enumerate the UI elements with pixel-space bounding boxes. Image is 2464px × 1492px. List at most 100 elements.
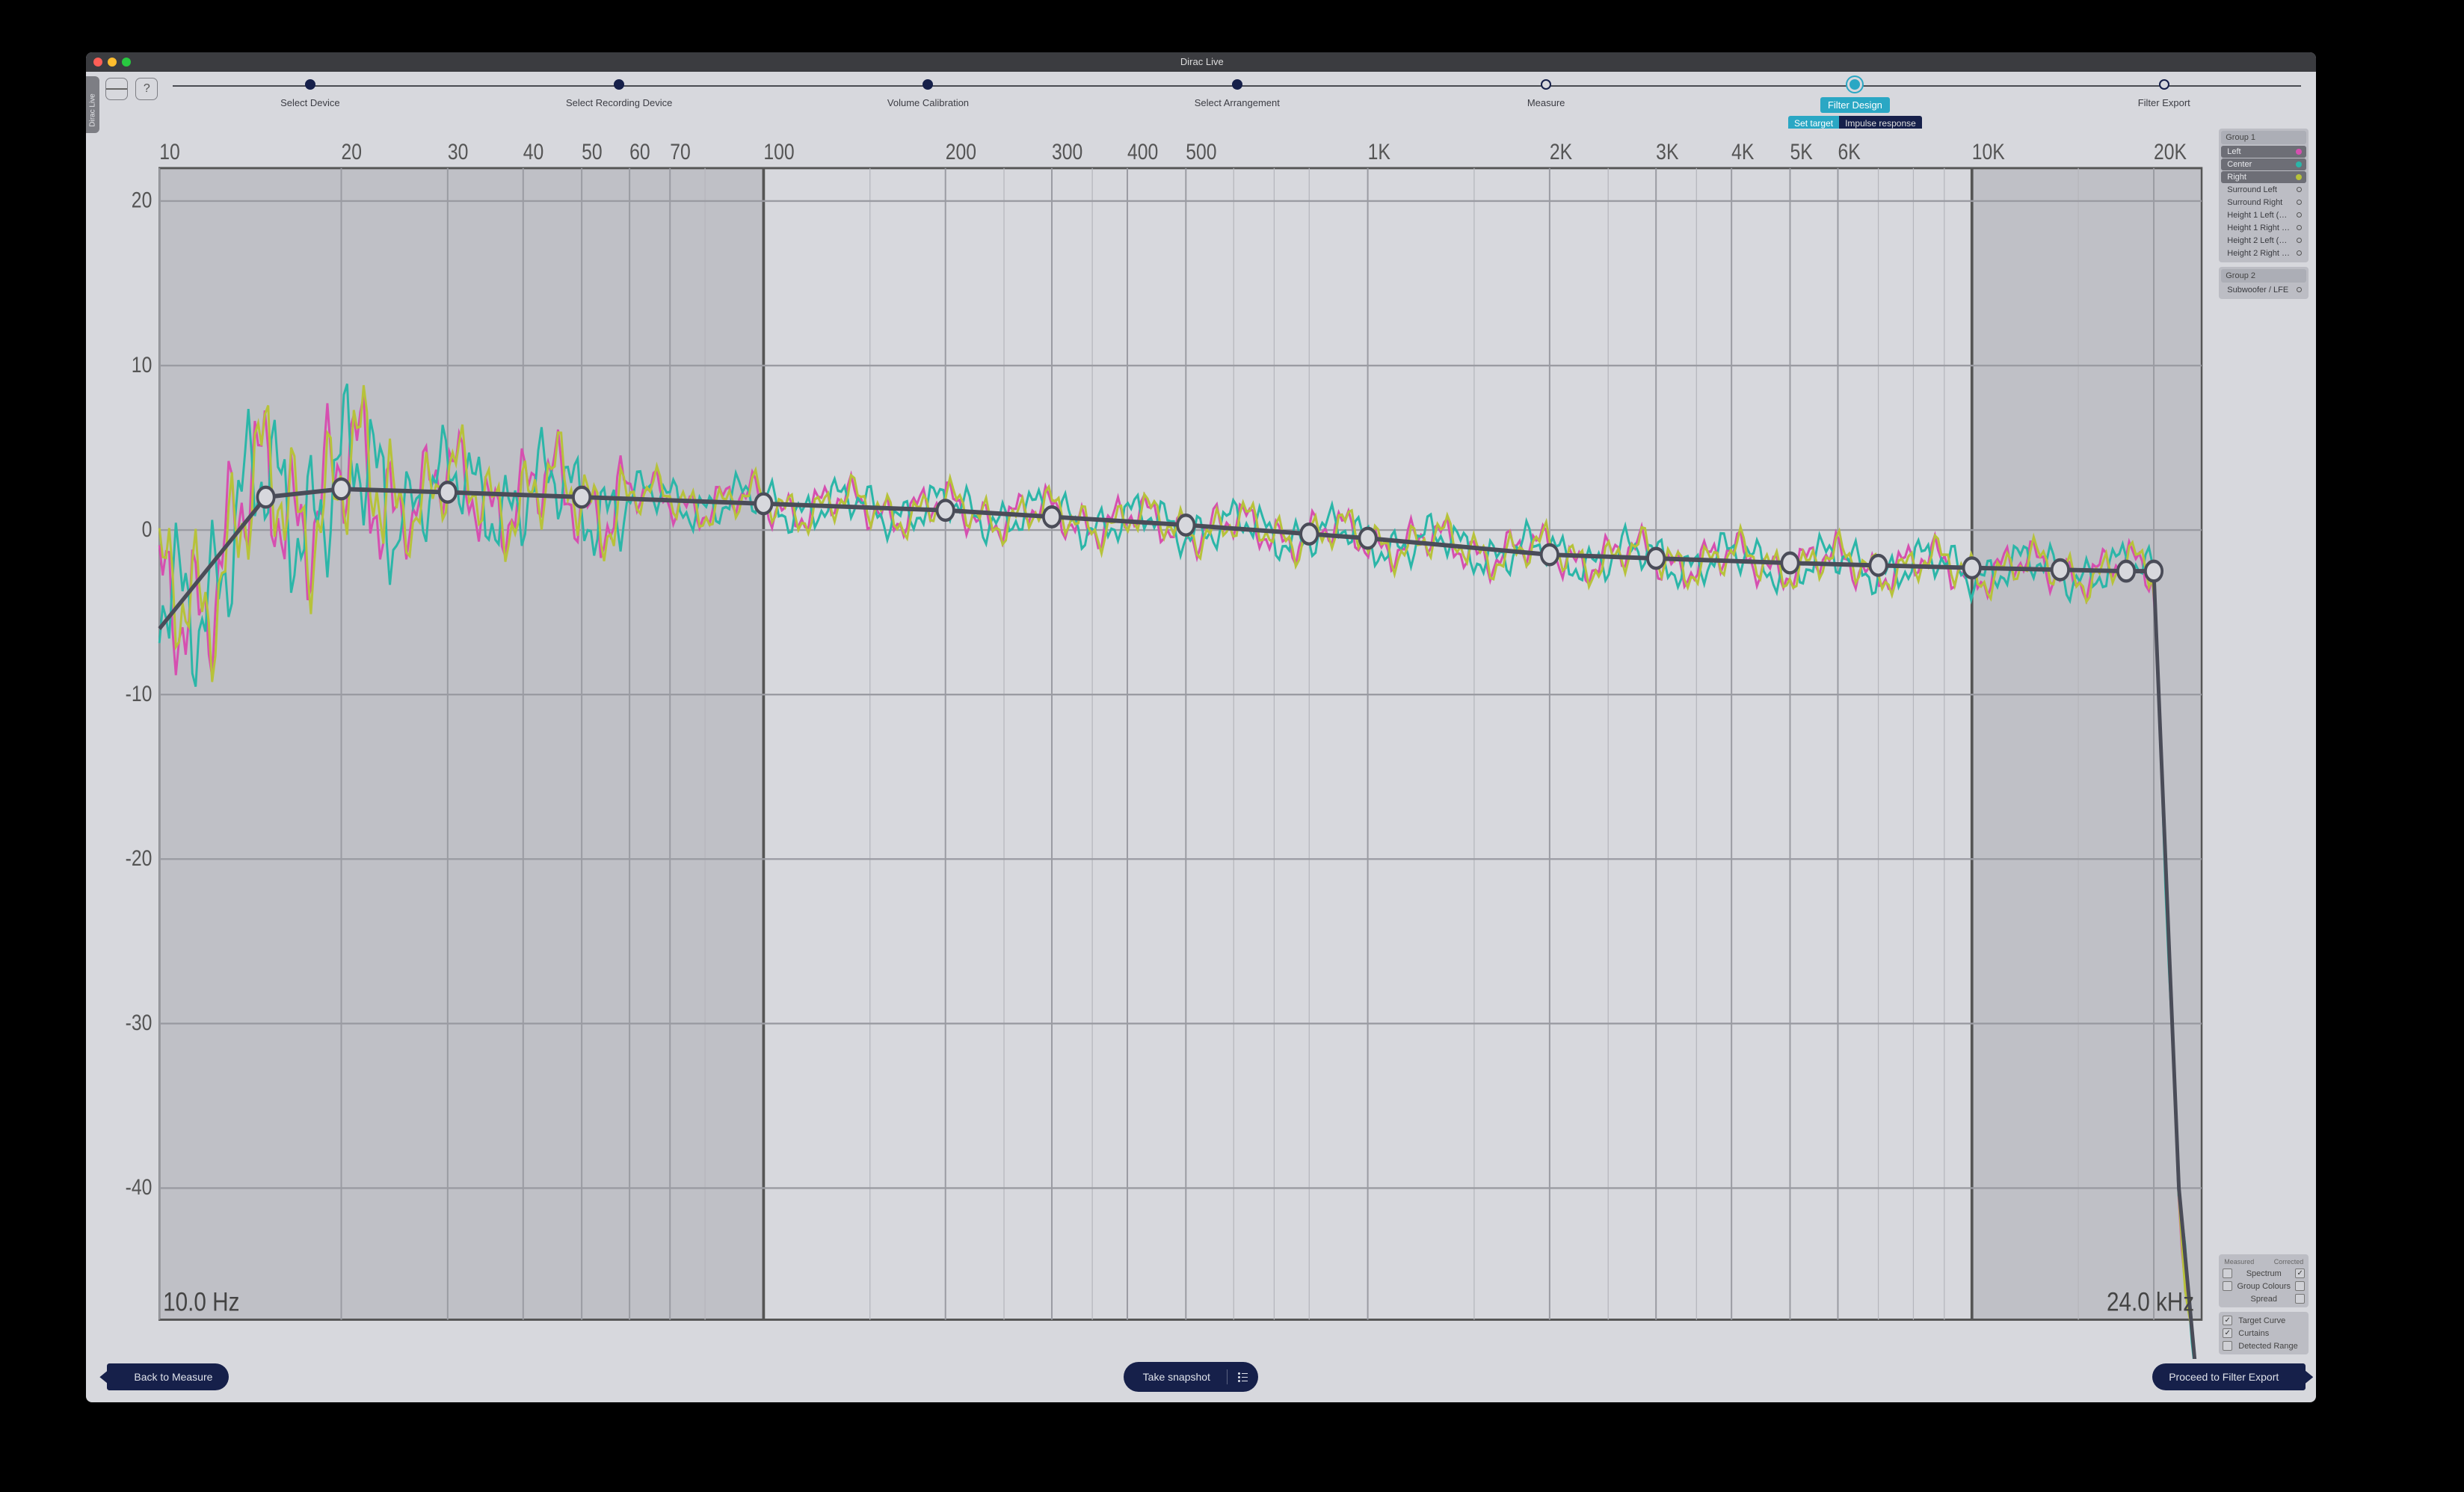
window-title: Dirac Live bbox=[131, 56, 2273, 67]
svg-text:500: 500 bbox=[1186, 139, 1217, 164]
channel-row[interactable]: Center bbox=[2221, 158, 2306, 170]
svg-text:-20: -20 bbox=[126, 845, 153, 871]
svg-text:20: 20 bbox=[342, 139, 363, 164]
channel-row[interactable]: Height 2 Left (… bbox=[2221, 235, 2306, 247]
checkbox[interactable] bbox=[2223, 1328, 2232, 1338]
svg-text:60: 60 bbox=[629, 139, 650, 164]
channel-name: Height 1 Left (… bbox=[2226, 211, 2297, 220]
option-label: Curtains bbox=[2232, 1329, 2305, 1338]
snapshot-list-icon[interactable] bbox=[1238, 1372, 1248, 1382]
svg-text:1K: 1K bbox=[1368, 139, 1390, 164]
display-options-2: Target CurveCurtainsDetected Range bbox=[2219, 1312, 2309, 1354]
step-0[interactable]: Select Device bbox=[165, 79, 455, 131]
option-row: Curtains bbox=[2221, 1327, 2306, 1340]
step-label: Measure bbox=[1527, 97, 1565, 108]
option-row: Spread bbox=[2221, 1292, 2306, 1305]
step-label: Select Recording Device bbox=[566, 97, 672, 108]
option-row: Spectrum bbox=[2221, 1267, 2306, 1280]
step-dot bbox=[1849, 79, 1860, 90]
side-tab[interactable]: Dirac Live bbox=[86, 76, 99, 133]
channel-row[interactable]: Right bbox=[2221, 171, 2306, 183]
back-button[interactable]: Back to Measure bbox=[107, 1363, 229, 1390]
step-label: Select Device bbox=[280, 97, 339, 108]
help-button[interactable]: ? bbox=[135, 78, 158, 100]
channel-color-icon bbox=[2297, 187, 2302, 192]
channel-row[interactable]: Height 1 Left (… bbox=[2221, 209, 2306, 221]
svg-text:400: 400 bbox=[1127, 139, 1158, 164]
svg-text:300: 300 bbox=[1052, 139, 1082, 164]
step-3[interactable]: Select Arrangement bbox=[1092, 79, 1382, 131]
channel-row[interactable]: Surround Right bbox=[2221, 197, 2306, 209]
checkbox[interactable] bbox=[2223, 1316, 2232, 1325]
svg-text:100: 100 bbox=[764, 139, 795, 164]
titlebar: Dirac Live bbox=[86, 52, 2316, 72]
channel-name: Height 1 Right … bbox=[2226, 224, 2297, 232]
channel-color-icon bbox=[2297, 238, 2302, 243]
step-dot bbox=[2159, 79, 2169, 90]
menu-button[interactable] bbox=[105, 78, 128, 100]
progress-stepper: Select Device Select Recording Device Volu… bbox=[165, 79, 2309, 123]
svg-text:3K: 3K bbox=[1657, 139, 1679, 164]
channel-name: Height 2 Right … bbox=[2226, 249, 2297, 258]
svg-text:10.0 Hz: 10.0 Hz bbox=[164, 1286, 240, 1316]
channel-color-icon bbox=[2297, 225, 2302, 230]
channel-group: Group 2Subwoofer / LFE bbox=[2219, 267, 2309, 299]
maximize-icon[interactable] bbox=[122, 58, 131, 67]
channel-color-icon bbox=[2297, 212, 2302, 218]
checkbox-measured[interactable] bbox=[2223, 1281, 2232, 1291]
svg-text:40: 40 bbox=[523, 139, 544, 164]
channel-row[interactable]: Height 1 Right … bbox=[2221, 222, 2306, 234]
step-dot bbox=[1541, 79, 1551, 90]
svg-text:20K: 20K bbox=[2154, 139, 2187, 164]
snapshot-button[interactable]: Take snapshot bbox=[1124, 1362, 1258, 1392]
channel-row[interactable]: Subwoofer / LFE bbox=[2221, 284, 2306, 296]
svg-text:50: 50 bbox=[582, 139, 603, 164]
svg-text:30: 30 bbox=[448, 139, 469, 164]
minimize-icon[interactable] bbox=[108, 58, 117, 67]
channel-group: Group 1 LeftCenter Right Surround Left Surro… bbox=[2219, 129, 2309, 262]
svg-text:10: 10 bbox=[160, 139, 181, 164]
step-label: Select Arrangement bbox=[1195, 97, 1280, 108]
close-icon[interactable] bbox=[93, 58, 102, 67]
channel-row[interactable]: Height 2 Right … bbox=[2221, 247, 2306, 259]
group-header[interactable]: Group 2 bbox=[2221, 269, 2306, 283]
proceed-button[interactable]: Proceed to Filter Export bbox=[2152, 1363, 2306, 1390]
svg-text:70: 70 bbox=[671, 139, 692, 164]
step-2[interactable]: Volume Calibration bbox=[783, 79, 1073, 131]
svg-text:2K: 2K bbox=[1550, 139, 1572, 164]
option-label: Spectrum bbox=[2232, 1269, 2295, 1278]
svg-text:6K: 6K bbox=[1838, 139, 1861, 164]
app-window: Dirac Live Dirac Live ? Select DeviceSel… bbox=[86, 52, 2316, 1402]
svg-text:-10: -10 bbox=[126, 681, 153, 706]
chart-area[interactable]: 102030405060701002003004005001K2K3K4K5K6… bbox=[104, 129, 2213, 1359]
channel-row[interactable]: Left bbox=[2221, 146, 2306, 158]
channel-name: Surround Left bbox=[2226, 185, 2297, 194]
col-corrected: Corrected bbox=[2274, 1258, 2304, 1266]
step-1[interactable]: Select Recording Device bbox=[475, 79, 764, 131]
channel-row[interactable]: Surround Left bbox=[2221, 184, 2306, 196]
option-label: Detected Range bbox=[2232, 1342, 2305, 1351]
checkbox-measured[interactable] bbox=[2223, 1268, 2232, 1278]
step-dot bbox=[923, 79, 933, 90]
svg-text:0: 0 bbox=[142, 517, 153, 542]
option-label: Group Colours bbox=[2232, 1282, 2295, 1291]
checkbox[interactable] bbox=[2223, 1341, 2232, 1351]
right-panel: Group 1 LeftCenter Right Surround Left Surro… bbox=[2219, 129, 2309, 1359]
col-measured: Measured bbox=[2224, 1258, 2254, 1266]
channel-color-icon bbox=[2296, 149, 2302, 155]
svg-text:20: 20 bbox=[132, 188, 153, 213]
channel-name: Height 2 Left (… bbox=[2226, 236, 2297, 245]
channel-name: Right bbox=[2226, 173, 2296, 182]
group-header[interactable]: Group 1 bbox=[2221, 131, 2306, 144]
checkbox-corrected[interactable] bbox=[2295, 1268, 2305, 1278]
option-row: Detected Range bbox=[2221, 1340, 2306, 1352]
option-row: Group Colours bbox=[2221, 1280, 2306, 1292]
step-label: Volume Calibration bbox=[887, 97, 969, 108]
step-label: Filter Export bbox=[2138, 97, 2190, 108]
step-6[interactable]: Filter Export bbox=[2019, 79, 2309, 131]
step-4[interactable]: Measure bbox=[1402, 79, 1691, 131]
checkbox-corrected[interactable] bbox=[2295, 1281, 2305, 1291]
checkbox-corrected[interactable] bbox=[2295, 1294, 2305, 1304]
step-5[interactable]: Filter DesignSet targetImpulse response bbox=[1710, 79, 2000, 131]
svg-text:5K: 5K bbox=[1790, 139, 1813, 164]
